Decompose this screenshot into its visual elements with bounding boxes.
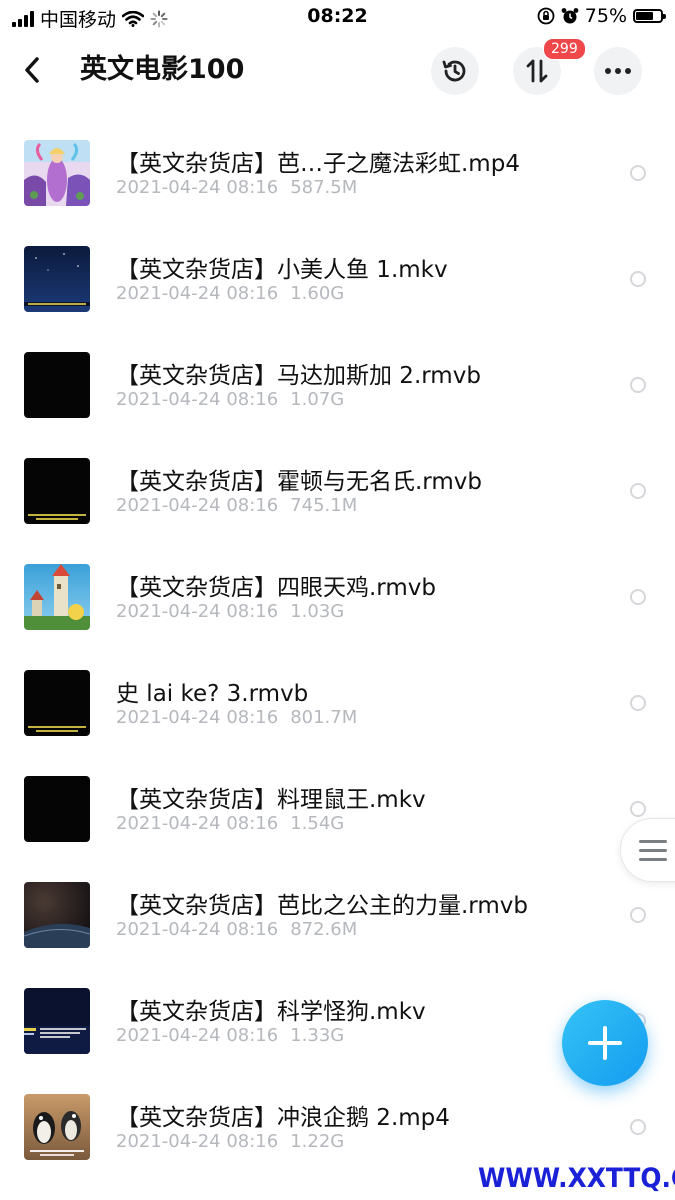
battery-fill — [636, 12, 653, 20]
video-thumbnail — [24, 458, 90, 524]
history-icon — [442, 60, 466, 82]
video-thumbnail — [24, 1094, 90, 1160]
file-date: 2021-04-24 08:16 — [116, 177, 279, 198]
select-radio[interactable] — [630, 483, 646, 499]
watermark-text: WWW.XXTTQ.COM — [478, 1163, 675, 1194]
file-name: 【英文杂货店】四眼天鸡.rmvb — [116, 575, 436, 601]
more-icon — [605, 68, 631, 74]
status-bar: 中国移动 08:22 75% — [0, 0, 675, 34]
video-thumbnail — [24, 352, 90, 418]
transfer-button[interactable]: 299 — [513, 38, 586, 95]
file-meta: 2021-04-24 08:16 1.03G — [116, 601, 344, 622]
file-size: 1.33G — [290, 1025, 345, 1046]
alarm-icon — [561, 8, 579, 24]
file-date: 2021-04-24 08:16 — [116, 389, 279, 410]
video-thumbnail — [24, 988, 90, 1054]
file-name: 【英文杂货店】小美人鱼 1.mkv — [116, 257, 448, 283]
file-list-item[interactable]: 【英文杂货店】小美人鱼 1.mkv 2021-04-24 08:16 1.60G — [0, 226, 675, 332]
file-date: 2021-04-24 08:16 — [116, 1025, 279, 1046]
back-button[interactable] — [14, 52, 50, 88]
file-size: 587.5M — [290, 177, 358, 198]
video-thumbnail — [24, 776, 90, 842]
file-name: 【英文杂货店】霍顿与无名氏.rmvb — [116, 469, 482, 495]
transfer-count-badge: 299 — [543, 38, 586, 60]
file-meta: 2021-04-24 08:16 587.5M — [116, 177, 357, 198]
file-size: 1.03G — [290, 601, 345, 622]
transfer-icon — [526, 59, 548, 83]
file-date: 2021-04-24 08:16 — [116, 283, 279, 304]
back-icon — [25, 57, 39, 83]
file-size: 1.07G — [290, 389, 345, 410]
file-name: 史 lai ke? 3.rmvb — [116, 681, 309, 707]
file-name: 【英文杂货店】芭比之公主的力量.rmvb — [116, 893, 528, 919]
battery-icon — [633, 9, 666, 23]
file-list-item[interactable]: 史 lai ke? 3.rmvb 2021-04-24 08:16 801.7M — [0, 650, 675, 756]
file-meta: 2021-04-24 08:16 745.1M — [116, 495, 357, 516]
file-meta: 2021-04-24 08:16 1.33G — [116, 1025, 344, 1046]
file-list-item[interactable]: 【英文杂货店】芭…子之魔法彩虹.mp4 2021-04-24 08:16 587.… — [0, 120, 675, 226]
file-meta: 2021-04-24 08:16 1.22G — [116, 1131, 344, 1152]
file-name: 【英文杂货店】冲浪企鹅 2.mp4 — [116, 1105, 450, 1131]
file-meta: 2021-04-24 08:16 1.54G — [116, 813, 344, 834]
select-radio[interactable] — [630, 377, 646, 393]
file-list-item[interactable]: 【英文杂货店】马达加斯加 2.rmvb 2021-04-24 08:16 1.07… — [0, 332, 675, 438]
file-size: 1.54G — [290, 813, 345, 834]
video-thumbnail — [24, 670, 90, 736]
file-meta: 2021-04-24 08:16 1.60G — [116, 283, 344, 304]
select-radio[interactable] — [630, 907, 646, 923]
file-size: 801.7M — [290, 707, 358, 728]
select-radio[interactable] — [630, 1119, 646, 1135]
file-size: 745.1M — [290, 495, 358, 516]
file-meta: 2021-04-24 08:16 1.07G — [116, 389, 344, 410]
history-button[interactable] — [431, 47, 479, 95]
file-list-item[interactable]: 【英文杂货店】霍顿与无名氏.rmvb 2021-04-24 08:16 745.1… — [0, 438, 675, 544]
file-date: 2021-04-24 08:16 — [116, 707, 279, 728]
video-thumbnail — [24, 564, 90, 630]
status-right: 75% — [537, 5, 666, 27]
file-list-item[interactable]: 【英文杂货店】芭比之公主的力量.rmvb 2021-04-24 08:16 872… — [0, 862, 675, 968]
file-name: 【英文杂货店】科学怪狗.mkv — [116, 999, 426, 1025]
file-size: 872.6M — [290, 919, 358, 940]
plus-icon — [588, 1026, 622, 1060]
select-radio[interactable] — [630, 801, 646, 817]
file-list-item[interactable]: 【英文杂货店】四眼天鸡.rmvb 2021-04-24 08:16 1.03G — [0, 544, 675, 650]
more-button[interactable] — [594, 47, 642, 95]
file-date: 2021-04-24 08:16 — [116, 813, 279, 834]
menu-lines-icon — [639, 840, 667, 867]
file-meta: 2021-04-24 08:16 801.7M — [116, 707, 357, 728]
video-thumbnail — [24, 140, 90, 206]
file-name: 【英文杂货店】料理鼠王.mkv — [116, 787, 426, 813]
select-radio[interactable] — [630, 589, 646, 605]
file-date: 2021-04-24 08:16 — [116, 495, 279, 516]
header-bar: 英文电影100 299 — [0, 38, 675, 100]
file-name: 【英文杂货店】马达加斯加 2.rmvb — [116, 363, 481, 389]
file-date: 2021-04-24 08:16 — [116, 601, 279, 622]
select-radio[interactable] — [630, 165, 646, 181]
file-name: 【英文杂货店】芭…子之魔法彩虹.mp4 — [116, 151, 520, 177]
file-size: 1.22G — [290, 1131, 345, 1152]
select-radio[interactable] — [630, 695, 646, 711]
file-date: 2021-04-24 08:16 — [116, 919, 279, 940]
battery-percent: 75% — [584, 5, 627, 27]
side-menu-handle[interactable] — [620, 818, 675, 882]
file-date: 2021-04-24 08:16 — [116, 1131, 279, 1152]
rotation-lock-icon — [537, 7, 555, 25]
screen: 中国移动 08:22 75% 英文电影100 299 【英文杂货店】芭…子之魔法… — [0, 0, 675, 1200]
page-title: 英文电影100 — [80, 54, 245, 85]
video-thumbnail — [24, 246, 90, 312]
file-size: 1.60G — [290, 283, 345, 304]
select-radio[interactable] — [630, 271, 646, 287]
add-button[interactable] — [562, 1000, 648, 1086]
video-thumbnail — [24, 882, 90, 948]
file-list-item[interactable]: 【英文杂货店】料理鼠王.mkv 2021-04-24 08:16 1.54G — [0, 756, 675, 862]
file-meta: 2021-04-24 08:16 872.6M — [116, 919, 357, 940]
